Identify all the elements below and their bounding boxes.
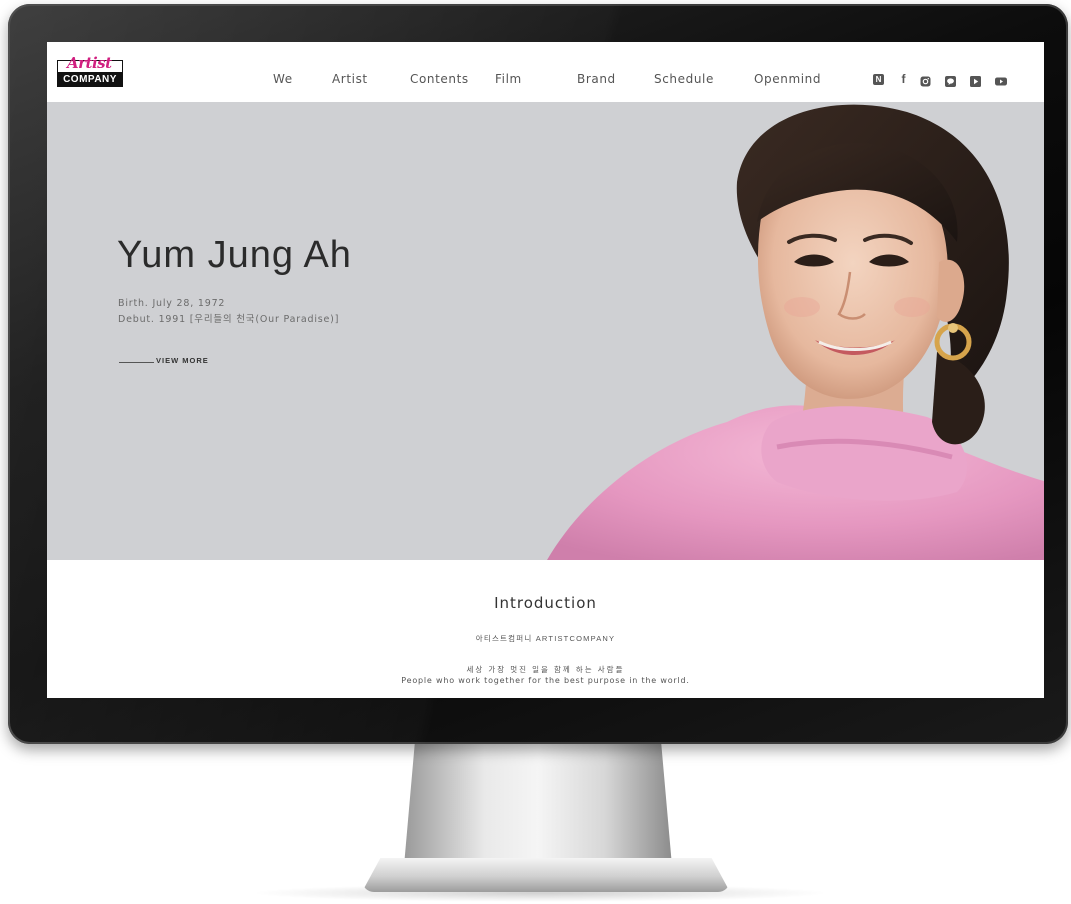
facebook-icon[interactable]: f	[898, 73, 909, 85]
artist-portrait	[547, 104, 1044, 560]
youtube-icon[interactable]	[995, 74, 1007, 86]
social-links: N f	[873, 73, 1013, 87]
artist-birth: Birth. July 28, 1972	[118, 298, 226, 309]
instagram-icon[interactable]	[920, 74, 931, 87]
website-screen: Artist COMPANY We Artist Contents Film B…	[47, 42, 1044, 698]
monitor-stand-base	[362, 858, 730, 892]
nav-item-artist[interactable]: Artist	[332, 72, 368, 86]
nav-item-brand[interactable]: Brand	[577, 72, 616, 86]
nav-item-schedule[interactable]: Schedule	[654, 72, 714, 86]
nav-item-film[interactable]: Film	[495, 72, 522, 86]
company-name: 아티스트컴퍼니 ARTISTCOMPANY	[475, 634, 616, 643]
slogan-english: People who work together for the best pu…	[401, 676, 690, 685]
monitor-stand	[404, 744, 672, 866]
view-more-line	[119, 362, 154, 363]
naver-icon[interactable]: N	[873, 74, 884, 85]
nav-item-contents[interactable]: Contents	[410, 72, 469, 86]
nav-item-openmind[interactable]: Openmind	[754, 72, 821, 86]
introduction-section: Introduction 아티스트컴퍼니 ARTISTCOMPANY 세상 가장…	[47, 560, 1044, 698]
artist-name: Yum Jung Ah	[117, 234, 352, 276]
view-more-label: VIEW MORE	[156, 356, 209, 365]
site-header: Artist COMPANY We Artist Contents Film B…	[47, 42, 1044, 102]
logo-script: Artist	[67, 54, 112, 72]
play-icon[interactable]	[970, 74, 981, 87]
artist-debut: Debut. 1991 [우리들의 천국(Our Paradise)]	[118, 314, 340, 325]
nav-item-we[interactable]: We	[273, 72, 293, 86]
hero-banner: Yum Jung Ah Birth. July 28, 1972 Debut. …	[47, 102, 1044, 560]
kakao-icon[interactable]	[945, 74, 956, 87]
introduction-title: Introduction	[494, 594, 597, 612]
slogan-korean: 세상 가장 멋진 일을 함께 하는 사람들	[466, 665, 625, 674]
